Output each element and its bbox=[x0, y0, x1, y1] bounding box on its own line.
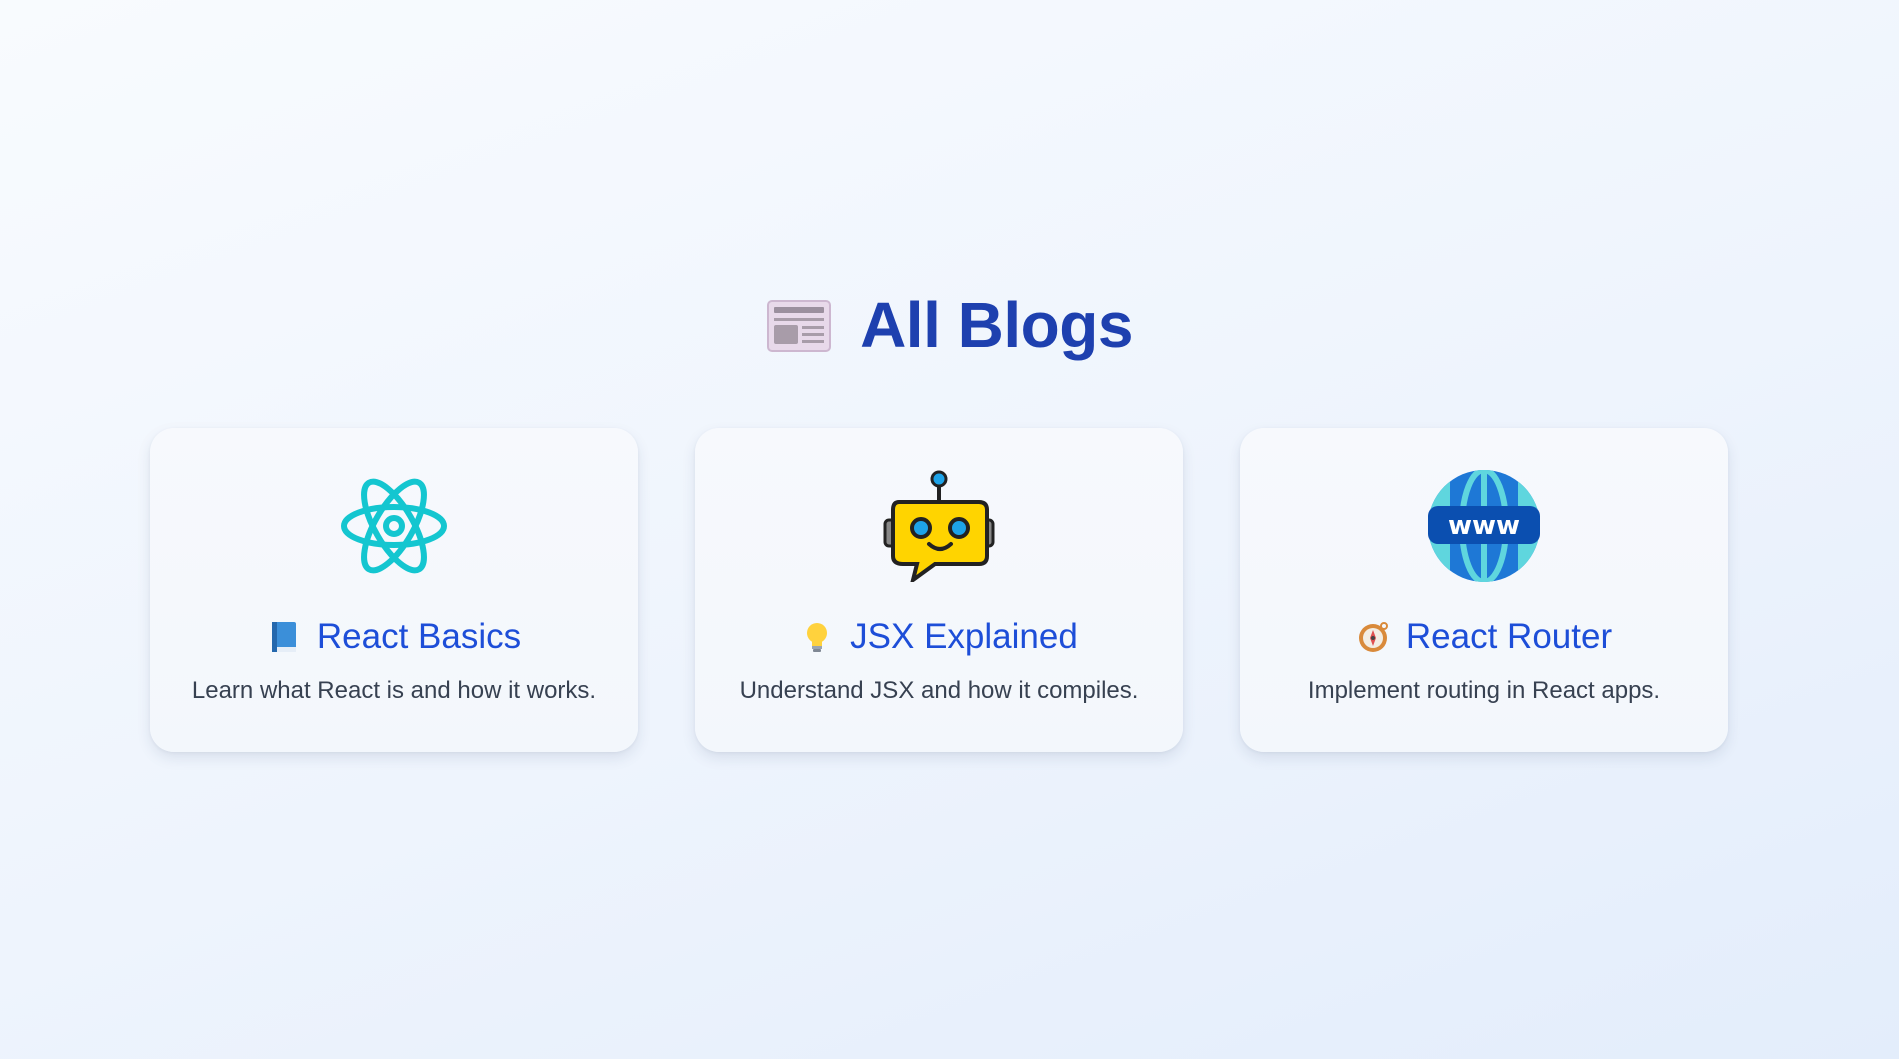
blog-card-react-basics[interactable]: React Basics Learn what React is and how… bbox=[150, 428, 638, 752]
card-title: JSX Explained bbox=[695, 614, 1183, 660]
page-title: All Blogs bbox=[0, 285, 1899, 365]
card-title: React Basics bbox=[150, 614, 638, 660]
card-description: Understand JSX and how it compiles. bbox=[739, 677, 1139, 704]
card-title-label: JSX Explained bbox=[850, 617, 1078, 656]
blog-cards: React Basics Learn what React is and how… bbox=[150, 428, 1730, 752]
react-atom-icon bbox=[341, 478, 447, 574]
robot-icon bbox=[883, 470, 995, 582]
card-title: React Router bbox=[1240, 614, 1728, 660]
blog-card-react-router[interactable]: www React Router Implement routing in Re… bbox=[1240, 428, 1728, 752]
card-title-label: React Basics bbox=[316, 617, 522, 656]
page-title-text: All Blogs bbox=[860, 289, 1133, 361]
blue-book-icon bbox=[271, 622, 296, 652]
svg-text:www: www bbox=[1448, 511, 1520, 541]
compass-icon bbox=[1358, 622, 1388, 652]
card-title-label: React Router bbox=[1405, 617, 1613, 656]
card-description: Implement routing in React apps. bbox=[1307, 677, 1661, 704]
blog-card-jsx-explained[interactable]: JSX Explained Understand JSX and how it … bbox=[695, 428, 1183, 752]
light-bulb-icon bbox=[807, 623, 828, 652]
newspaper-icon bbox=[767, 300, 832, 352]
globe-www-icon: www bbox=[1428, 470, 1540, 582]
card-description: Learn what React is and how it works. bbox=[191, 677, 597, 704]
